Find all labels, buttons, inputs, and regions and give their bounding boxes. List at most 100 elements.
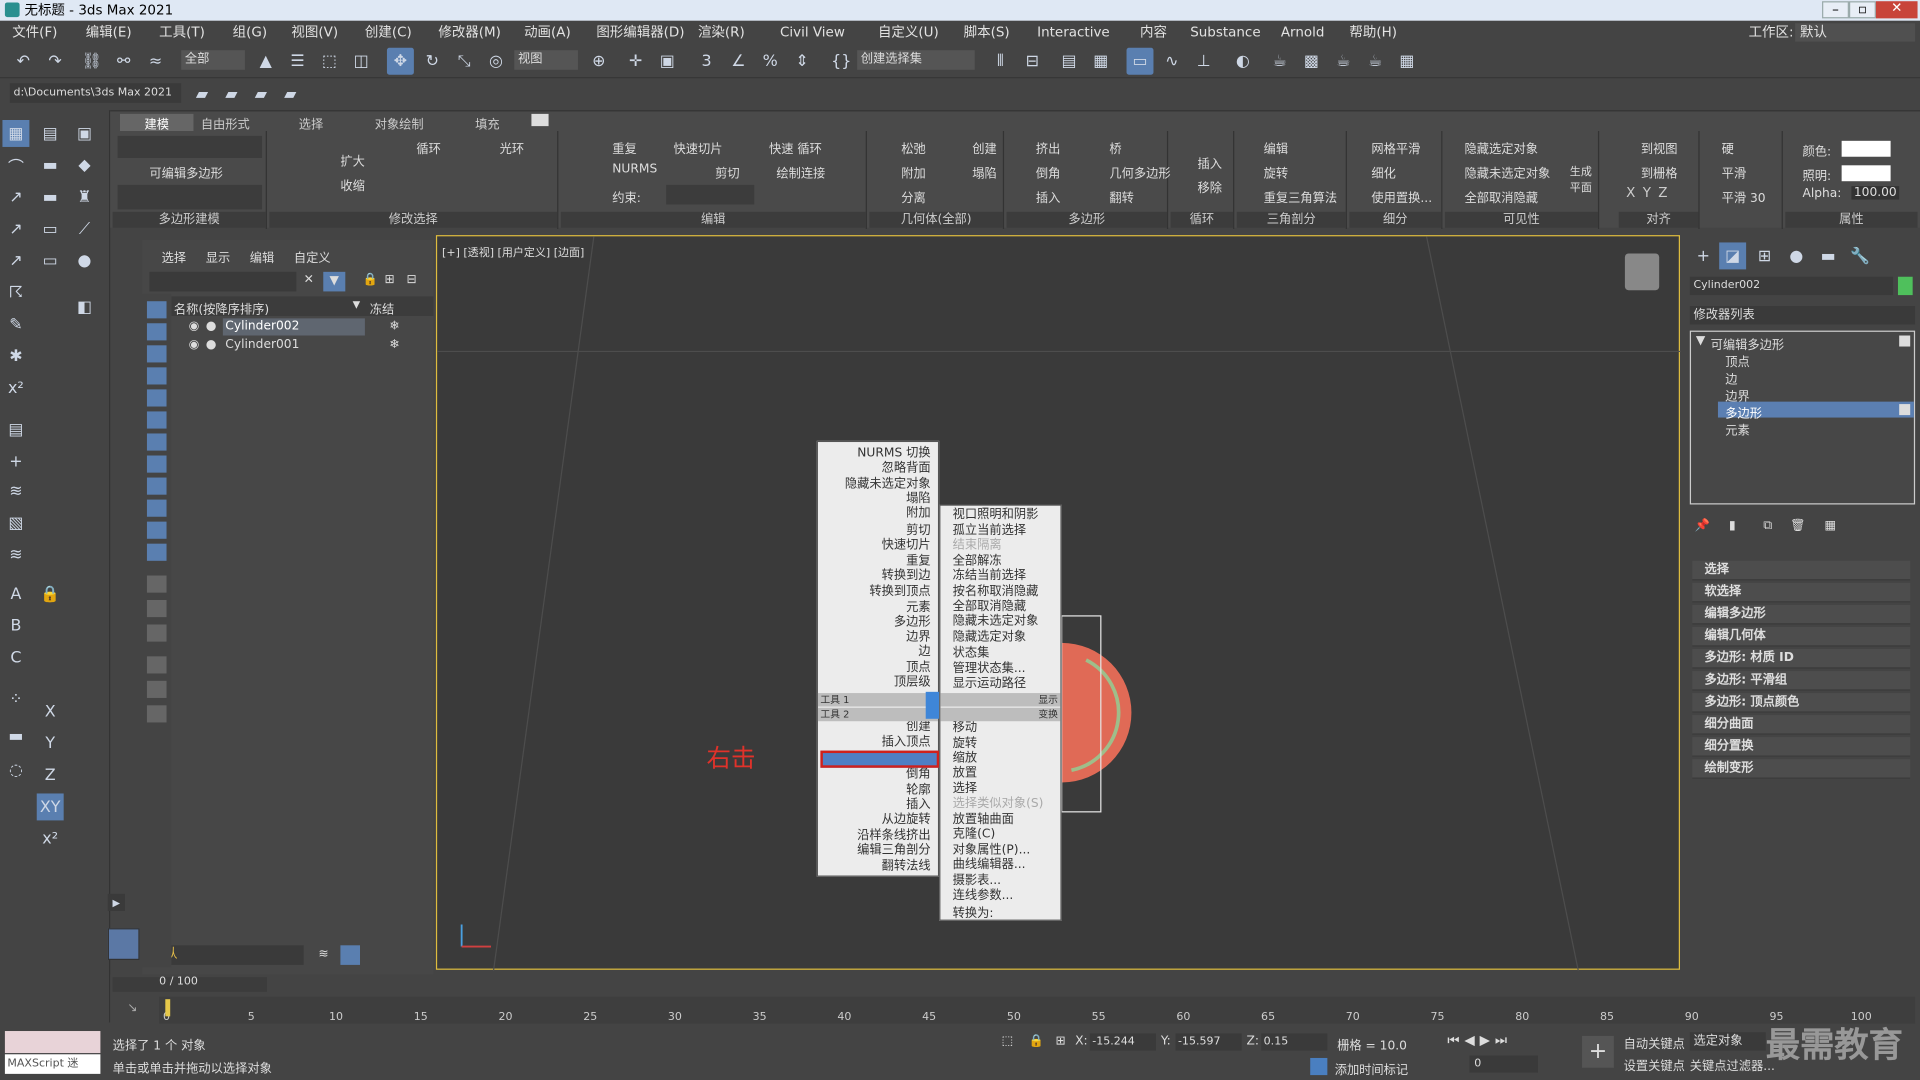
menu-help[interactable]: 帮助(H) bbox=[1349, 21, 1397, 44]
filter-lights-icon[interactable] bbox=[146, 345, 167, 363]
percent-snap-icon[interactable]: % bbox=[757, 48, 784, 75]
hide-selected-button[interactable]: 隐藏选定对象 bbox=[1464, 138, 1537, 156]
detach-button[interactable]: 分离 bbox=[901, 187, 925, 205]
quad-item-right[interactable]: 摄影表... bbox=[953, 874, 1001, 889]
angle-snap-icon[interactable]: ∠ bbox=[725, 48, 752, 75]
to-view-button[interactable]: 到视图 bbox=[1641, 138, 1678, 156]
pivot-icon[interactable]: ⊕ bbox=[585, 48, 612, 75]
filter-geometry-icon[interactable] bbox=[146, 301, 167, 319]
ribbon-tab-selection[interactable]: 选择 bbox=[299, 114, 323, 132]
menu-customize[interactable]: 自定义(U) bbox=[878, 21, 939, 44]
to-grid-button[interactable]: 到栅格 bbox=[1641, 163, 1678, 181]
quad-item-left[interactable]: 快速切片 bbox=[882, 539, 931, 554]
quad-item-right[interactable]: 全部取消隐藏 bbox=[953, 600, 1026, 615]
unhide-all-button[interactable]: 全部取消隐藏 bbox=[1464, 187, 1537, 205]
stack-element[interactable]: 元素 bbox=[1725, 420, 1749, 438]
axis-line-icon[interactable]: ▬ bbox=[2, 722, 29, 749]
paint-select-icon[interactable]: ✎ bbox=[2, 311, 29, 338]
rollout-header[interactable]: 细分曲面 bbox=[1692, 715, 1911, 735]
key-filters-button[interactable]: 关键点过滤器... bbox=[1690, 1056, 1775, 1073]
illum-swatch[interactable] bbox=[1841, 165, 1891, 182]
selection-filter-dropdown[interactable]: 全部 bbox=[181, 50, 245, 70]
hierarchy-icon[interactable]: ⊞ bbox=[384, 273, 394, 286]
viewport-layout-button[interactable] bbox=[107, 928, 140, 961]
select-tool-icon[interactable]: ▦ bbox=[2, 120, 30, 147]
quad-item-left[interactable]: 附加 bbox=[906, 507, 930, 522]
filter-all-icon[interactable] bbox=[146, 575, 167, 593]
set-key-button[interactable]: 设置关键点 bbox=[1624, 1056, 1685, 1073]
quad-item-left[interactable]: 多边形 bbox=[894, 616, 931, 631]
menu-interactive[interactable]: Interactive bbox=[1037, 21, 1110, 44]
set-key-icon[interactable]: + bbox=[1582, 1035, 1614, 1068]
menu-animation[interactable]: 动画(A) bbox=[524, 21, 571, 44]
orbit-icon[interactable]: ◌ bbox=[2, 757, 29, 784]
quad-item-left[interactable]: NURMS 切换 bbox=[857, 447, 930, 462]
menu-modifiers[interactable]: 修改器(M) bbox=[438, 21, 501, 44]
rollout-header[interactable]: 编辑多边形 bbox=[1692, 604, 1911, 625]
quad-item-left[interactable]: 编辑三角剖分 bbox=[857, 844, 930, 859]
axis-y-icon[interactable]: Y bbox=[37, 730, 64, 757]
show-end-result-icon[interactable]: ▮ bbox=[1729, 519, 1736, 532]
render-dot-icon[interactable]: ● bbox=[206, 320, 217, 333]
layer-explorer-icon[interactable]: ▦ bbox=[1087, 48, 1114, 75]
helper-icon[interactable]: ▭ bbox=[37, 247, 64, 274]
key-selection-dropdown[interactable]: 选定对象 bbox=[1689, 1032, 1766, 1051]
quad-item-left[interactable]: 轮廓 bbox=[906, 784, 930, 799]
quickloop-button[interactable]: 快速 循环 bbox=[769, 138, 822, 156]
shrink-button[interactable]: 收缩 bbox=[340, 175, 364, 193]
stack-icon[interactable]: ≋ bbox=[2, 541, 29, 568]
remove-modifier-icon[interactable]: 🗑 bbox=[1790, 519, 1806, 532]
object-name-input[interactable]: Cylinder002 bbox=[1689, 276, 1894, 296]
edit-named-sets-icon[interactable]: {} bbox=[828, 48, 855, 75]
quad-item-left[interactable]: 转换到顶点 bbox=[869, 585, 930, 600]
quad-item-right[interactable]: 孤立当前选择 bbox=[953, 524, 1026, 539]
minimize-button[interactable]: – bbox=[1822, 1, 1849, 19]
named-selection-dropdown[interactable]: 创建选择集 bbox=[857, 50, 975, 70]
link-tool-icon[interactable]: ↗ bbox=[2, 216, 29, 243]
visibility-icon[interactable]: ◉ bbox=[189, 338, 200, 351]
redo-icon[interactable]: ↷ bbox=[42, 48, 69, 75]
layers-icon[interactable]: ≋ bbox=[318, 948, 328, 961]
clear-search-icon[interactable]: ✕ bbox=[304, 273, 314, 286]
playback-controls[interactable]: ⏮◀▶⏭ bbox=[1447, 1032, 1512, 1049]
selection-lock-icon[interactable]: 🔒 bbox=[1029, 1035, 1044, 1048]
menu-create[interactable]: 创建(C) bbox=[365, 21, 412, 44]
stack-editable-poly[interactable]: 可编辑多边形 bbox=[1711, 334, 1784, 352]
auto-key-button[interactable]: 自动关键点 bbox=[1624, 1033, 1685, 1051]
filter-containers-icon[interactable] bbox=[146, 499, 167, 517]
quad-item-left[interactable]: 剪切 bbox=[906, 524, 930, 539]
filter-bones-icon[interactable] bbox=[146, 477, 167, 495]
quad-item-right[interactable]: 隐藏选定对象 bbox=[953, 631, 1026, 646]
collapse-button[interactable]: 塌陷 bbox=[972, 163, 996, 181]
layers-icon[interactable]: ≋ bbox=[2, 478, 29, 505]
render-gallery-icon[interactable]: ▦ bbox=[1393, 48, 1420, 75]
filter-groups-icon[interactable] bbox=[146, 433, 167, 451]
axis-x-icon[interactable]: X bbox=[37, 698, 64, 725]
loop-button[interactable]: 循环 bbox=[416, 138, 440, 156]
axis-x2-icon[interactable]: x² bbox=[37, 825, 64, 852]
smooth-button[interactable]: 平滑 bbox=[1722, 163, 1746, 181]
quad-item-left[interactable]: 从边旋转 bbox=[882, 813, 931, 828]
freeze-icon[interactable]: ❄ bbox=[389, 338, 399, 351]
quad-item-right[interactable]: 克隆(C) bbox=[953, 828, 996, 843]
close-button[interactable]: ✕ bbox=[1875, 1, 1918, 19]
snap-icon[interactable]: ↗ bbox=[2, 184, 29, 211]
scene-search-input[interactable] bbox=[149, 271, 297, 292]
axis-xy-icon[interactable]: XY bbox=[36, 793, 64, 821]
draw-connect-button[interactable]: 绘制连接 bbox=[776, 163, 825, 181]
quad-item-left[interactable]: 翻转法线 bbox=[882, 860, 931, 875]
quad-item-right[interactable]: 选择 bbox=[953, 782, 977, 797]
filter-funnel-icon[interactable] bbox=[146, 656, 167, 674]
configure-sets-icon[interactable]: ▦ bbox=[1824, 519, 1836, 532]
light-icon[interactable]: ▬ bbox=[37, 184, 64, 211]
project-save-icon[interactable]: ▰ bbox=[247, 81, 274, 108]
maximize-button[interactable]: ▫ bbox=[1848, 1, 1876, 19]
project-folder-icon[interactable]: ▰ bbox=[277, 81, 304, 108]
project-path[interactable]: d:\Documents\3ds Max 2021 bbox=[9, 83, 182, 103]
quad-item-right[interactable]: 旋转 bbox=[953, 737, 977, 752]
undo-icon[interactable]: ↶ bbox=[10, 48, 37, 75]
rollout-header[interactable]: 编辑几何体 bbox=[1692, 626, 1911, 647]
box-icon[interactable]: ▬ bbox=[37, 152, 64, 179]
quad-item-right[interactable]: 结束隔离 bbox=[953, 539, 1002, 554]
project-open-icon[interactable]: ▰ bbox=[189, 81, 216, 108]
